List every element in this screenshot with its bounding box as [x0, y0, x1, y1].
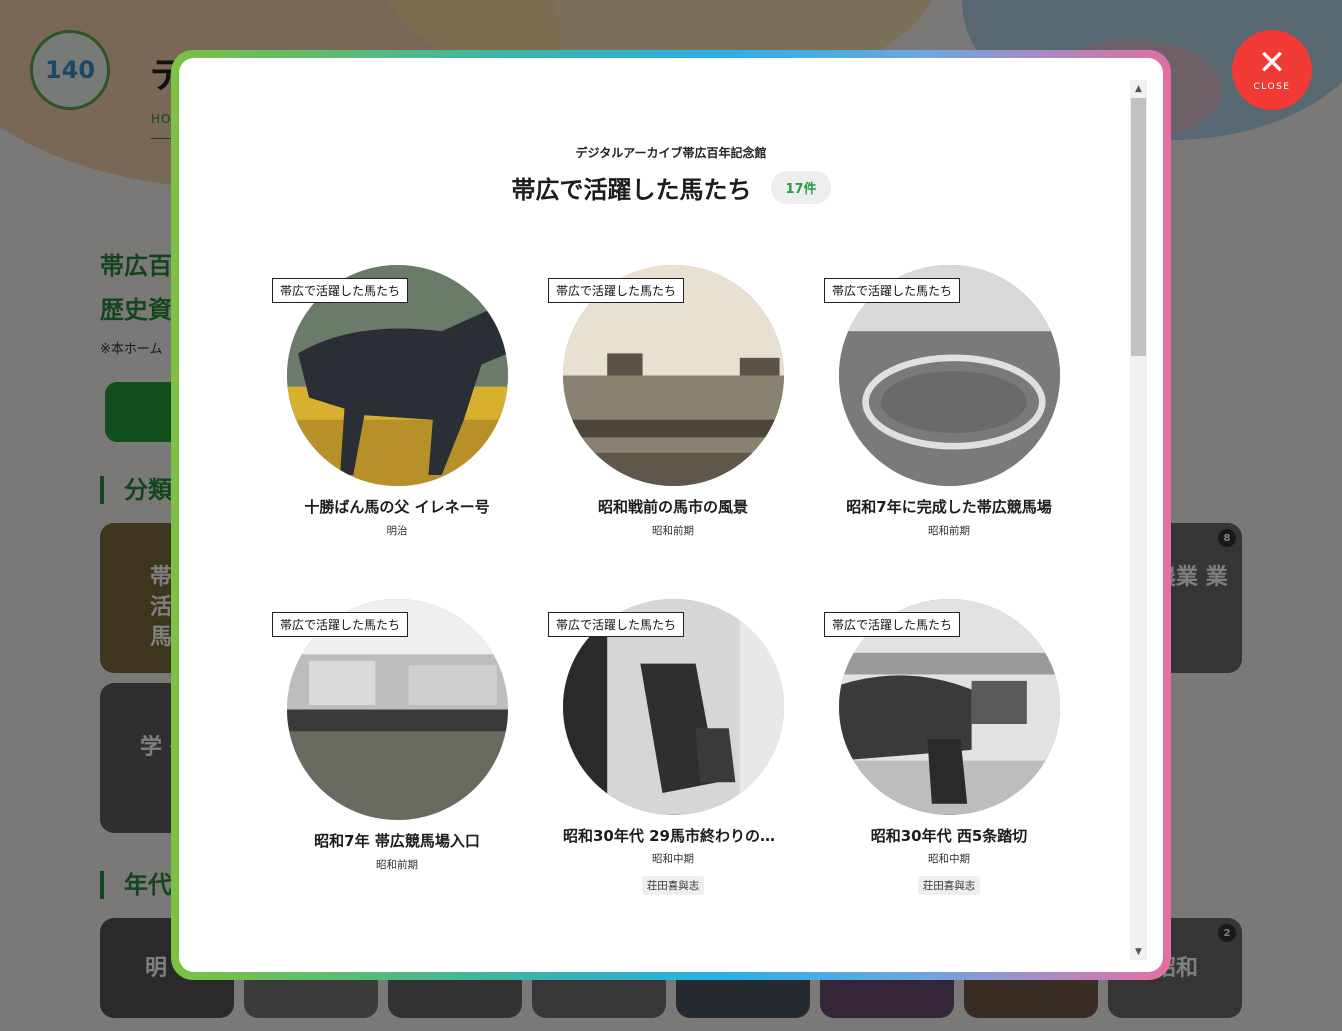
- modal-scrollbar[interactable]: ▲ ▼: [1130, 80, 1147, 960]
- item-title: 昭和7年 帯広競馬場入口: [314, 832, 480, 850]
- item-tag: 帯広で活躍した馬たち: [824, 612, 961, 637]
- modal-frame: デジタルアーカイブ帯広百年記念館 帯広で活躍した馬たち 17件 帯広で活躍した馬…: [171, 50, 1171, 980]
- modal-title-row: 帯広で活躍した馬たち 17件: [179, 170, 1163, 205]
- item-tag: 帯広で活躍した馬たち: [272, 612, 409, 637]
- item-era: 昭和前期: [376, 859, 418, 871]
- item-title: 十勝ばん馬の父 イレネー号: [304, 498, 490, 516]
- item-title: 昭和戦前の馬市の風景: [597, 498, 748, 516]
- archive-item[interactable]: 帯広で活躍した馬たち 十勝ばん馬の父 イレネー号 明治: [259, 265, 535, 561]
- close-button[interactable]: ✕ CLOSE: [1232, 30, 1312, 110]
- item-era: 昭和前期: [928, 525, 970, 537]
- close-icon: ✕: [1257, 43, 1287, 83]
- item-tag: 帯広で活躍した馬たち: [824, 278, 961, 303]
- close-label: CLOSE: [1253, 82, 1291, 92]
- item-era: 昭和前期: [652, 525, 694, 537]
- item-tag: 帯広で活躍した馬たち: [548, 612, 685, 637]
- count-badge: 17件: [771, 171, 831, 204]
- item-title: 昭和30年代 西5条踏切: [870, 826, 1028, 845]
- scrollbar-thumb[interactable]: [1131, 98, 1146, 356]
- item-author: 荘田喜與志: [917, 876, 981, 895]
- item-title: 昭和7年に完成した帯広競馬場: [846, 498, 1052, 516]
- archive-item[interactable]: 帯広で活躍した馬たち 昭和戦前の馬市の風景 昭和前期: [535, 265, 811, 561]
- modal-subtitle: デジタルアーカイブ帯広百年記念館: [575, 146, 767, 160]
- item-grid: 帯広で活躍した馬たち 十勝ばん馬の父 イレネー号 明治 帯広で活躍した馬たち 昭…: [259, 265, 1087, 895]
- archive-item[interactable]: 帯広で活躍した馬たち 昭和7年 帯広競馬場入口 昭和前期: [259, 599, 535, 895]
- archive-item[interactable]: 帯広で活躍した馬たち 昭和30年代 西5条踏切 昭和中期 荘田喜與志: [811, 599, 1087, 895]
- item-era: 明治: [386, 525, 408, 537]
- item-era: 昭和中期: [652, 853, 694, 865]
- item-tag: 帯広で活躍した馬たち: [272, 278, 409, 303]
- collection-modal: デジタルアーカイブ帯広百年記念館 帯広で活躍した馬たち 17件 帯広で活躍した馬…: [179, 58, 1163, 972]
- archive-item[interactable]: 帯広で活躍した馬たち 昭和7年に完成した帯広競馬場 昭和前期: [811, 265, 1087, 561]
- item-title: 昭和30年代 29馬市終わりの風景: [563, 826, 783, 845]
- item-era: 昭和中期: [928, 853, 970, 865]
- modal-title: 帯広で活躍した馬たち: [511, 176, 752, 204]
- scroll-down-icon[interactable]: ▼: [1130, 943, 1147, 960]
- scroll-up-icon[interactable]: ▲: [1130, 80, 1147, 97]
- item-tag: 帯広で活躍した馬たち: [548, 278, 685, 303]
- archive-item[interactable]: 帯広で活躍した馬たち 昭和30年代 29馬市終わりの風景 昭和中期 荘田喜與志: [535, 599, 811, 895]
- item-author: 荘田喜與志: [641, 876, 705, 895]
